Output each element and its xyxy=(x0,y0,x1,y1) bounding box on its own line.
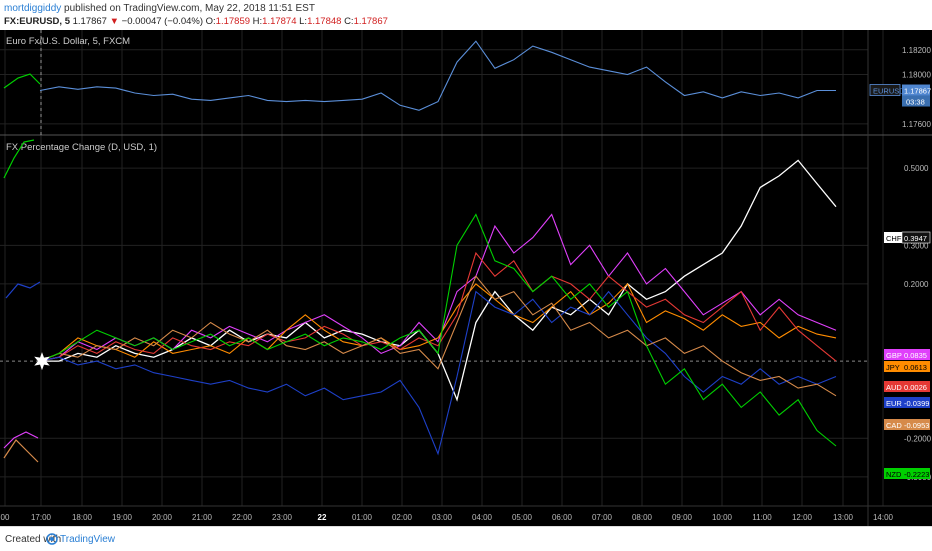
high-label: H: xyxy=(252,16,263,27)
cad-value-text: -0.0953 xyxy=(904,421,929,430)
time-tick-label: 05:00 xyxy=(512,513,533,522)
time-tick-label: 11:00 xyxy=(752,513,772,522)
eur-value-text: -0.0399 xyxy=(904,399,929,408)
time-tick-label: 13:00 xyxy=(833,513,854,522)
time-tick-label: 21:00 xyxy=(192,513,213,522)
price-tick-label: 1.18200 xyxy=(902,46,931,55)
time-tick-label: 03:00 xyxy=(432,513,453,522)
time-tick-label: 08:00 xyxy=(632,513,653,522)
time-tick-label: 17:00 xyxy=(31,513,52,522)
header: mortdiggiddy published on TradingView.co… xyxy=(0,0,932,30)
symbol-name: FX:EURUSD, 5 xyxy=(4,16,70,27)
time-tick-label: 19:00 xyxy=(112,513,133,522)
footer: Created with TradingView xyxy=(0,526,932,551)
jpy-name-text: JPY xyxy=(886,363,900,372)
nzd-name-text: NZD xyxy=(886,470,902,479)
eur-name-text: EUR xyxy=(886,399,902,408)
low-label: L: xyxy=(299,16,308,27)
value-tick-label: -0.2000 xyxy=(904,434,932,443)
tradingview-logo-icon xyxy=(46,533,58,545)
time-tick-label: 07:00 xyxy=(592,513,613,522)
aud-value-text: 0.0026 xyxy=(904,383,927,392)
price-change: −0.00047 (−0.04%) xyxy=(121,16,203,27)
eurusd-tag-text: EURUSD xyxy=(873,87,905,96)
nzd-value-text: -0.2223 xyxy=(904,470,929,479)
cad-name-text: CAD xyxy=(886,421,902,430)
countdown-text: 03:38 xyxy=(906,98,925,107)
open-label: O: xyxy=(205,16,216,27)
aud-name-text: AUD xyxy=(886,383,902,392)
close-value: 1.17867 xyxy=(353,16,388,27)
publish-info: mortdiggiddy published on TradingView.co… xyxy=(4,3,315,14)
gbp-value-text: 0.0835 xyxy=(904,351,927,360)
tradingview-link[interactable]: TradingView xyxy=(60,534,115,545)
last-price: 1.17867 xyxy=(72,16,107,27)
time-tick-label: 10:00 xyxy=(712,513,733,522)
time-tick-label: 22:00 xyxy=(232,513,253,522)
bottom-pane-title: FX Percentage Change (D, USD, 1) xyxy=(6,142,157,153)
value-tick-label: 0.5000 xyxy=(904,164,929,173)
author-link[interactable]: mortdiggiddy xyxy=(4,3,61,14)
time-tick-label: 18:00 xyxy=(72,513,93,522)
price-tick-label: 1.18000 xyxy=(902,70,931,79)
price-tick-label: 1.17600 xyxy=(902,120,931,129)
time-tick-label: 22 xyxy=(318,513,327,522)
chart-svg[interactable]: Euro Fx/U.S. Dollar, 5, FXCM FX Percenta… xyxy=(0,30,932,526)
time-tick-label: 20:00 xyxy=(152,513,173,522)
time-tick-label: 09:00 xyxy=(672,513,693,522)
time-tick-label: 04:00 xyxy=(472,513,493,522)
time-tick-label: 23:00 xyxy=(272,513,293,522)
down-arrow-icon: ▼ xyxy=(109,16,120,27)
top-pane-title: Euro Fx/U.S. Dollar, 5, FXCM xyxy=(6,36,130,47)
time-tick-label: 02:00 xyxy=(392,513,413,522)
chart-background xyxy=(0,30,932,526)
chart-area[interactable]: Euro Fx/U.S. Dollar, 5, FXCM FX Percenta… xyxy=(0,30,932,526)
value-tick-label: 0.2000 xyxy=(904,280,929,289)
high-value: 1.17874 xyxy=(262,16,297,27)
time-tick-label: 12:00 xyxy=(792,513,813,522)
time-tick-label: 00 xyxy=(1,513,10,522)
chf-value-text: 0.3947 xyxy=(904,234,927,243)
publish-text: published on TradingView.com, May 22, 20… xyxy=(61,3,315,14)
close-label: C: xyxy=(344,16,354,27)
jpy-value-text: 0.0613 xyxy=(904,363,927,372)
chf-name-text: CHF xyxy=(886,234,902,243)
eurusd-price-text: 1.17867 xyxy=(904,87,931,96)
time-tick-label: 14:00 xyxy=(873,513,894,522)
time-tick-label: 01:00 xyxy=(352,513,373,522)
open-value: 1.17859 xyxy=(215,16,251,27)
gbp-name-text: GBP xyxy=(886,351,902,360)
symbol-info: FX:EURUSD, 5 1.17867 ▼ −0.00047 (−0.04%)… xyxy=(4,16,388,27)
time-tick-label: 06:00 xyxy=(552,513,573,522)
low-value: 1.17848 xyxy=(307,16,342,27)
